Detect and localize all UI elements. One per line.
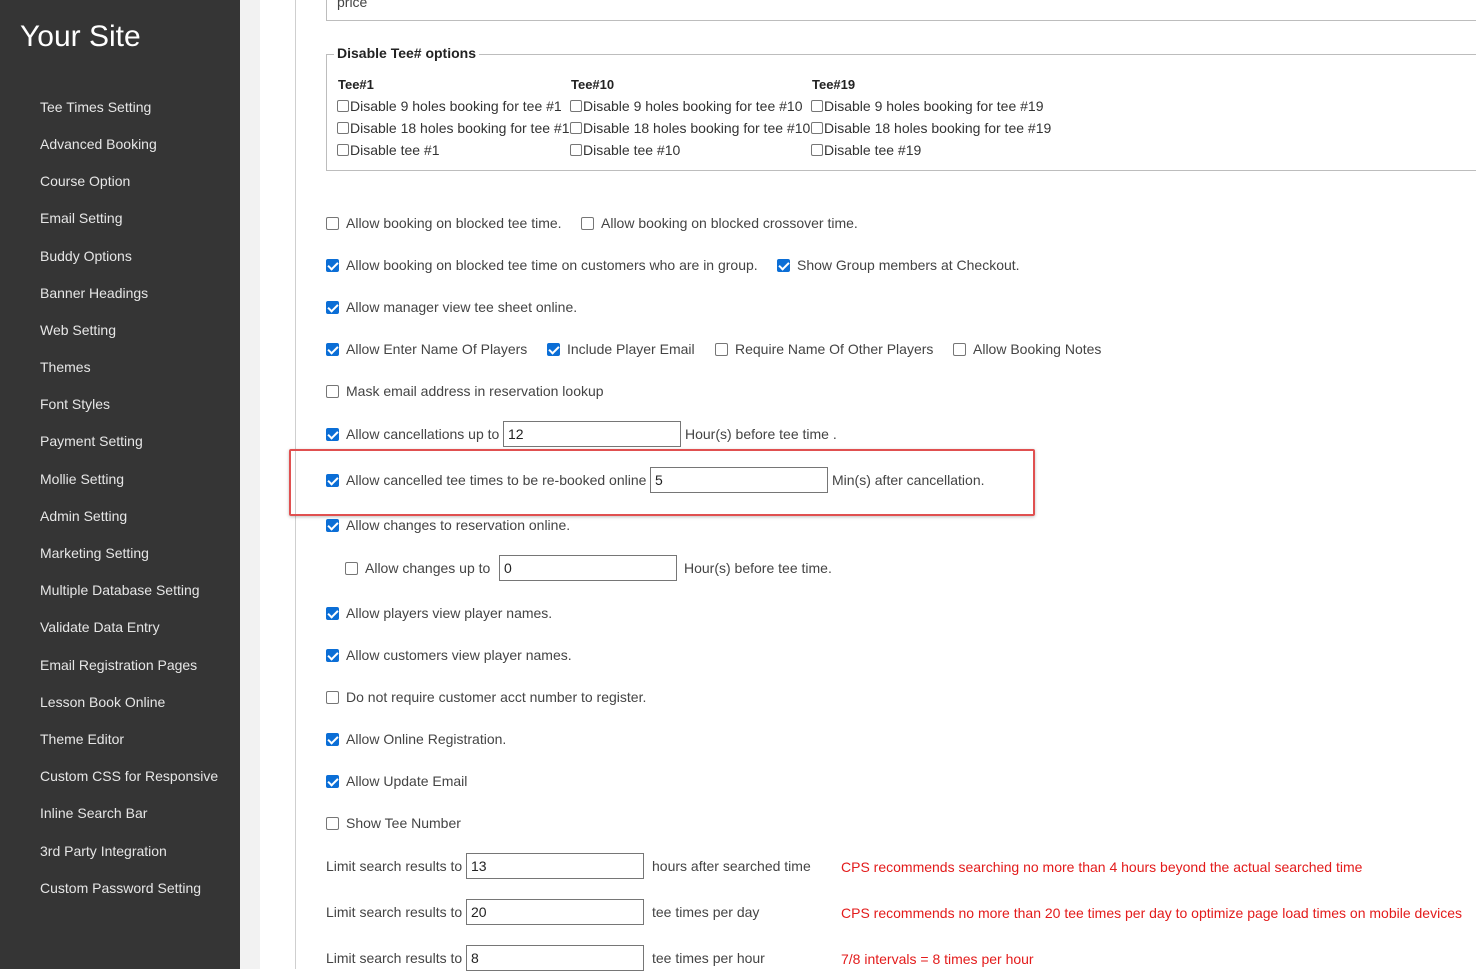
limit-day-note: CPS recommends no more than 20 tee times… [841, 905, 1462, 921]
checkbox[interactable] [326, 427, 339, 441]
main-content: price Disable Tee# options Tee#1 Tee#10 … [0, 0, 1476, 971]
option-mask-email[interactable]: Mask email address in reservation lookup [326, 383, 604, 399]
tee19-disable-tee-option[interactable]: Disable tee #19 [811, 142, 921, 158]
option-no-acct-number[interactable]: Do not require customer acct number to r… [326, 689, 646, 705]
price-label: price [337, 0, 368, 10]
limit-hours-note: CPS recommends searching no more than 4 … [841, 859, 1363, 875]
tee10-disable-18-option[interactable]: Disable 18 holes booking for tee #10 [570, 120, 810, 136]
limit-day-label: Limit search results to [326, 904, 463, 920]
option-changes[interactable]: Allow changes to reservation online. [326, 517, 570, 533]
option-manager-view[interactable]: Allow manager view tee sheet online. [326, 299, 577, 315]
checkbox[interactable] [345, 561, 358, 575]
option-require-names[interactable]: Require Name Of Other Players [715, 341, 933, 357]
tee10-disable-tee-option[interactable]: Disable tee #10 [570, 142, 680, 158]
option-show-tee-number[interactable]: Show Tee Number [326, 815, 461, 831]
limit-hour-input[interactable]: 8 [466, 945, 644, 971]
checkbox[interactable] [811, 100, 823, 112]
option-blocked-tee[interactable]: Allow booking on blocked tee time. [326, 215, 562, 231]
tee10-disable-9-option[interactable]: Disable 9 holes booking for tee #10 [570, 98, 802, 114]
option-customers-view-names[interactable]: Allow customers view player names. [326, 647, 572, 663]
option-cancellations[interactable]: Allow cancellations up to [326, 426, 499, 442]
checkbox[interactable] [326, 300, 339, 314]
option-show-group[interactable]: Show Group members at Checkout. [777, 257, 1020, 273]
option-online-registration[interactable]: Allow Online Registration. [326, 731, 506, 747]
limit-hours-suffix: hours after searched time [652, 858, 811, 874]
tee1-disable-18-option[interactable]: Disable 18 holes booking for tee #1 [337, 120, 569, 136]
price-fieldset [326, 0, 1476, 21]
highlight-box [289, 449, 1035, 516]
checkbox[interactable] [326, 732, 339, 746]
checkbox[interactable] [326, 258, 339, 272]
limit-hour-suffix: tee times per hour [652, 950, 765, 966]
cancellation-hours-input[interactable]: 12 [503, 421, 681, 447]
checkbox[interactable] [326, 648, 339, 662]
option-booking-notes[interactable]: Allow Booking Notes [953, 341, 1101, 357]
option-blocked-crossover[interactable]: Allow booking on blocked crossover time. [581, 215, 858, 231]
limit-hours-input[interactable]: 13 [466, 853, 644, 879]
checkbox[interactable] [326, 606, 339, 620]
checkbox[interactable] [570, 144, 582, 156]
checkbox[interactable] [337, 144, 349, 156]
option-view-names[interactable]: Allow players view player names. [326, 605, 552, 621]
checkbox[interactable] [326, 690, 339, 704]
checkbox[interactable] [337, 100, 349, 112]
checkbox[interactable] [326, 774, 339, 788]
changes-hours-suffix: Hour(s) before tee time. [684, 560, 832, 576]
disable-tee-legend: Disable Tee# options [334, 45, 479, 61]
tee10-heading: Tee#10 [571, 77, 615, 92]
checkbox[interactable] [715, 342, 728, 356]
limit-hours-label: Limit search results to [326, 858, 463, 874]
checkbox[interactable] [326, 384, 339, 398]
checkbox[interactable] [570, 122, 582, 134]
changes-hours-input[interactable]: 0 [499, 555, 677, 581]
option-changes-up-to[interactable]: Allow changes up to [345, 560, 490, 576]
tee19-heading: Tee#19 [812, 77, 856, 92]
checkbox[interactable] [547, 342, 560, 356]
tee19-disable-9-option[interactable]: Disable 9 holes booking for tee #19 [811, 98, 1043, 114]
checkbox[interactable] [326, 216, 339, 230]
cancellation-hours-suffix: Hour(s) before tee time . [685, 426, 837, 442]
option-enter-names[interactable]: Allow Enter Name Of Players [326, 341, 527, 357]
option-player-email[interactable]: Include Player Email [547, 341, 695, 357]
checkbox[interactable] [326, 816, 339, 830]
tee1-disable-9-option[interactable]: Disable 9 holes booking for tee #1 [337, 98, 562, 114]
checkbox[interactable] [777, 258, 790, 272]
tee1-disable-tee-option[interactable]: Disable tee #1 [337, 142, 440, 158]
limit-day-suffix: tee times per day [652, 904, 760, 920]
limit-hour-note: 7/8 intervals = 8 times per hour [841, 951, 1034, 967]
tee1-heading: Tee#1 [338, 77, 374, 92]
checkbox[interactable] [953, 342, 966, 356]
checkbox[interactable] [570, 100, 582, 112]
limit-day-input[interactable]: 20 [466, 899, 644, 925]
option-blocked-group[interactable]: Allow booking on blocked tee time on cus… [326, 257, 758, 273]
checkbox[interactable] [337, 122, 349, 134]
option-update-email[interactable]: Allow Update Email [326, 773, 467, 789]
checkbox[interactable] [581, 216, 594, 230]
checkbox[interactable] [811, 144, 823, 156]
limit-hour-label: Limit search results to [326, 950, 463, 966]
tee19-disable-18-option[interactable]: Disable 18 holes booking for tee #19 [811, 120, 1051, 136]
checkbox[interactable] [326, 518, 339, 532]
checkbox[interactable] [811, 122, 823, 134]
checkbox[interactable] [326, 342, 339, 356]
